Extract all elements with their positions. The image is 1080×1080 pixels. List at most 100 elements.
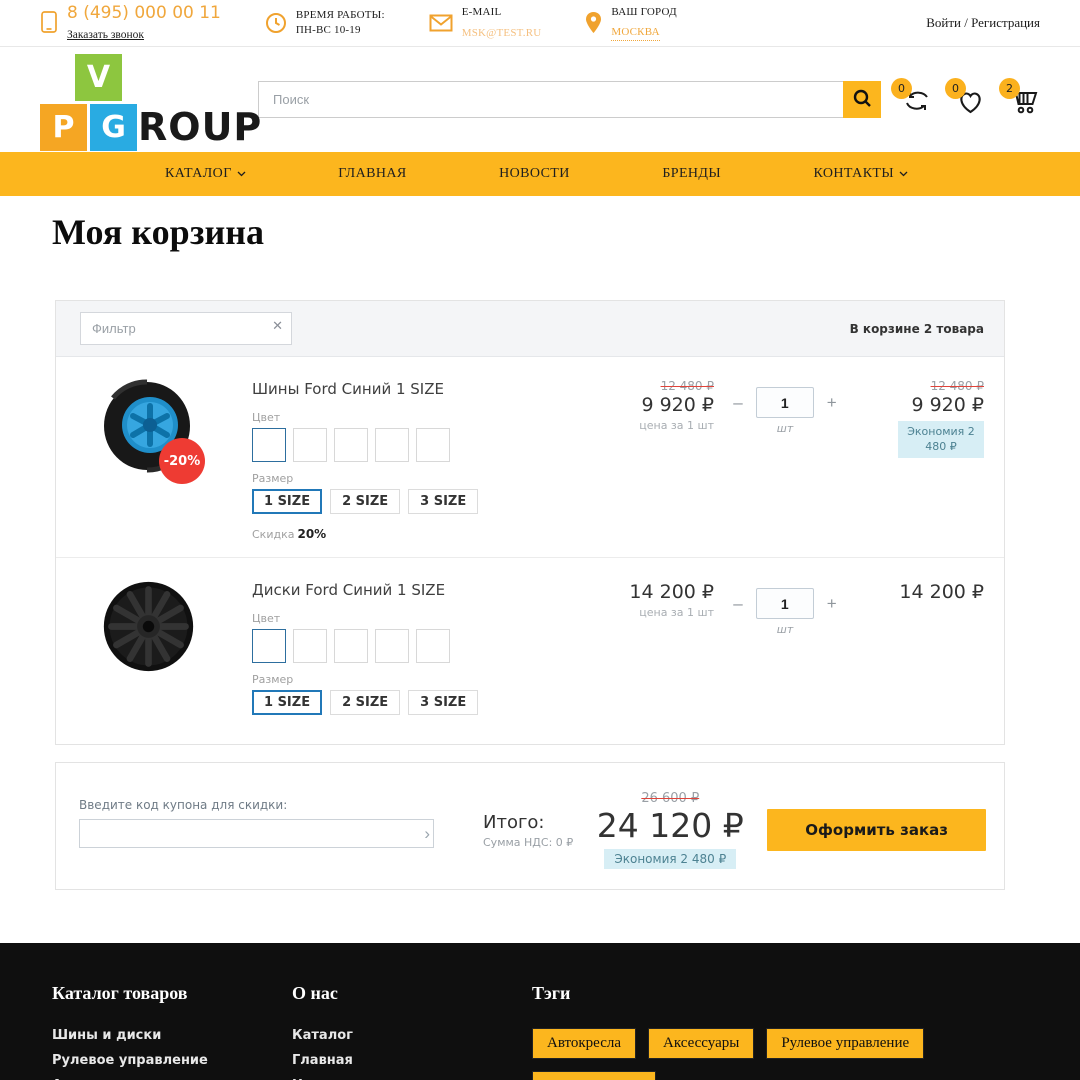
total-column: 14 200 ₽ bbox=[856, 579, 984, 728]
email-link[interactable]: MSK@TEST.RU bbox=[462, 26, 542, 41]
color-swatch-green[interactable] bbox=[334, 629, 368, 663]
color-label: Цвет bbox=[252, 612, 586, 625]
nav-label: ГЛАВНАЯ bbox=[338, 166, 406, 182]
quantity-minus-button[interactable]: – bbox=[731, 593, 744, 614]
quantity-input[interactable] bbox=[756, 387, 814, 418]
search-bar bbox=[258, 81, 881, 118]
wheel-image bbox=[101, 579, 196, 674]
size-option-2[interactable]: 2 SIZE bbox=[330, 489, 400, 514]
size-options: 1 SIZE 2 SIZE 3 SIZE bbox=[252, 690, 586, 715]
login-register-link[interactable]: Войти / Регистрация bbox=[926, 15, 1040, 31]
callback-link[interactable]: Заказать звонок bbox=[67, 29, 144, 41]
footer: Каталог товаров Шины и диски Рулевое упр… bbox=[0, 943, 1080, 1080]
footer-about-title: О нас bbox=[292, 983, 532, 1004]
size-option-2[interactable]: 2 SIZE bbox=[330, 690, 400, 715]
size-options: 1 SIZE 2 SIZE 3 SIZE bbox=[252, 489, 586, 514]
quantity-minus-button[interactable]: – bbox=[731, 392, 744, 413]
coupon-input[interactable] bbox=[79, 819, 434, 848]
footer-link[interactable]: Главная bbox=[292, 1053, 532, 1068]
logo[interactable]: V P G ROUP bbox=[40, 52, 230, 148]
color-swatch-blue[interactable] bbox=[252, 629, 286, 663]
color-swatch-blue[interactable] bbox=[252, 428, 286, 462]
tag-item[interactable]: Рулевое управление bbox=[766, 1028, 924, 1059]
footer-catalog-column: Каталог товаров Шины и диски Рулевое упр… bbox=[52, 983, 292, 1080]
tag-item[interactable]: Аксессуары bbox=[648, 1028, 754, 1059]
main-nav: КАТАЛОГ ГЛАВНАЯ НОВОСТИ БРЕНДЫ КОНТАКТЫ bbox=[0, 152, 1080, 196]
footer-catalog-title: Каталог товаров bbox=[52, 983, 292, 1004]
compare-button[interactable]: 0 bbox=[895, 85, 932, 119]
clear-filter-icon[interactable] bbox=[272, 319, 283, 334]
nav-label: КАТАЛОГ bbox=[165, 166, 232, 182]
color-swatch-black[interactable] bbox=[375, 629, 409, 663]
cart-items-count: В корзине 2 товара bbox=[850, 322, 984, 336]
tag-item[interactable]: Автокресла bbox=[532, 1028, 636, 1059]
size-option-3[interactable]: 3 SIZE bbox=[408, 489, 478, 514]
map-pin-icon bbox=[585, 11, 602, 35]
size-option-3[interactable]: 3 SIZE bbox=[408, 690, 478, 715]
product-details: Шины Ford Синий 1 SIZE Цвет Размер 1 SIZ… bbox=[252, 378, 586, 541]
hours-value: ПН-ВС 10-19 bbox=[296, 23, 385, 38]
product-image[interactable] bbox=[101, 579, 252, 728]
color-swatch-red[interactable] bbox=[293, 629, 327, 663]
product-image[interactable]: -20% bbox=[101, 378, 252, 541]
cart-button[interactable]: 2 bbox=[1003, 85, 1040, 119]
per-item-label: цена за 1 шт bbox=[586, 419, 714, 432]
per-item-label: цена за 1 шт bbox=[586, 606, 714, 619]
vat-text: Сумма НДС: 0 ₽ bbox=[483, 836, 573, 849]
tag-item[interactable]: Шины и диски bbox=[532, 1071, 656, 1080]
total-amounts: 26 600 ₽ 24 120 ₽ Экономия 2 480 ₽ bbox=[589, 791, 751, 869]
old-grand-total: 26 600 ₽ bbox=[589, 791, 751, 806]
product-title[interactable]: Шины Ford Синий 1 SIZE bbox=[252, 380, 586, 398]
wishlist-button[interactable]: 0 bbox=[949, 85, 986, 119]
old-total: 12 480 ₽ bbox=[856, 379, 984, 393]
summary-savings-badge: Экономия 2 480 ₽ bbox=[604, 849, 736, 869]
filter-box bbox=[80, 312, 292, 345]
cart-item-row: Диски Ford Синий 1 SIZE Цвет Размер 1 SI… bbox=[56, 557, 1004, 744]
nav-item-catalog[interactable]: КАТАЛОГ bbox=[165, 166, 246, 182]
nav-item-contacts[interactable]: КОНТАКТЫ bbox=[814, 166, 908, 182]
size-option-1[interactable]: 1 SIZE bbox=[252, 690, 322, 715]
phone-icon bbox=[40, 10, 58, 36]
quantity-unit-label: шт bbox=[777, 623, 793, 636]
cart-item-row: -20% Шины Ford Синий 1 SIZE Цвет Размер … bbox=[56, 357, 1004, 557]
color-swatch-yellow[interactable] bbox=[416, 428, 450, 462]
product-title[interactable]: Диски Ford Синий 1 SIZE bbox=[252, 581, 586, 599]
nav-item-home[interactable]: ГЛАВНАЯ bbox=[338, 166, 406, 182]
quantity-plus-button[interactable]: + bbox=[825, 392, 839, 413]
phone-number[interactable]: 8 (495) 000 00 11 bbox=[67, 4, 221, 23]
color-swatch-red[interactable] bbox=[293, 428, 327, 462]
quantity-plus-button[interactable]: + bbox=[825, 593, 839, 614]
footer-link[interactable]: Шины и диски bbox=[52, 1028, 292, 1043]
logo-square-v: V bbox=[75, 54, 122, 101]
quantity-column: – + шт bbox=[724, 579, 846, 728]
product-details: Диски Ford Синий 1 SIZE Цвет Размер 1 SI… bbox=[252, 579, 586, 728]
color-swatch-green[interactable] bbox=[334, 428, 368, 462]
phone-block: 8 (495) 000 00 11 Заказать звонок bbox=[40, 4, 221, 42]
search-input[interactable] bbox=[258, 81, 843, 118]
search-icon bbox=[853, 89, 872, 111]
clock-icon bbox=[265, 12, 287, 34]
nav-item-news[interactable]: НОВОСТИ bbox=[499, 166, 570, 182]
search-button[interactable] bbox=[843, 81, 881, 118]
size-option-1[interactable]: 1 SIZE bbox=[252, 489, 322, 514]
nav-item-brands[interactable]: БРЕНДЫ bbox=[662, 166, 721, 182]
filter-input[interactable] bbox=[80, 312, 292, 345]
nav-label: НОВОСТИ bbox=[499, 166, 570, 182]
coupon-block: Введите код купона для скидки: bbox=[79, 798, 434, 848]
city-label: ВАШ ГОРОД bbox=[611, 5, 676, 20]
color-swatch-black[interactable] bbox=[375, 428, 409, 462]
city-link[interactable]: МОСКВА bbox=[611, 25, 659, 41]
color-label: Цвет bbox=[252, 411, 586, 424]
discount-badge: -20% bbox=[159, 438, 205, 484]
apply-coupon-button[interactable] bbox=[424, 819, 430, 848]
checkout-button[interactable]: Оформить заказ bbox=[767, 809, 986, 851]
old-price: 12 480 ₽ bbox=[586, 379, 714, 393]
color-swatch-pink[interactable] bbox=[416, 629, 450, 663]
item-total: 14 200 ₽ bbox=[856, 581, 984, 603]
working-hours-block: ВРЕМЯ РАБОТЫ: ПН-ВС 10-19 bbox=[265, 8, 385, 39]
footer-link[interactable]: Рулевое управление bbox=[52, 1053, 292, 1068]
envelope-icon bbox=[429, 14, 453, 32]
footer-link[interactable]: Каталог bbox=[292, 1028, 532, 1043]
email-label: E-MAIL bbox=[462, 5, 542, 20]
quantity-input[interactable] bbox=[756, 588, 814, 619]
